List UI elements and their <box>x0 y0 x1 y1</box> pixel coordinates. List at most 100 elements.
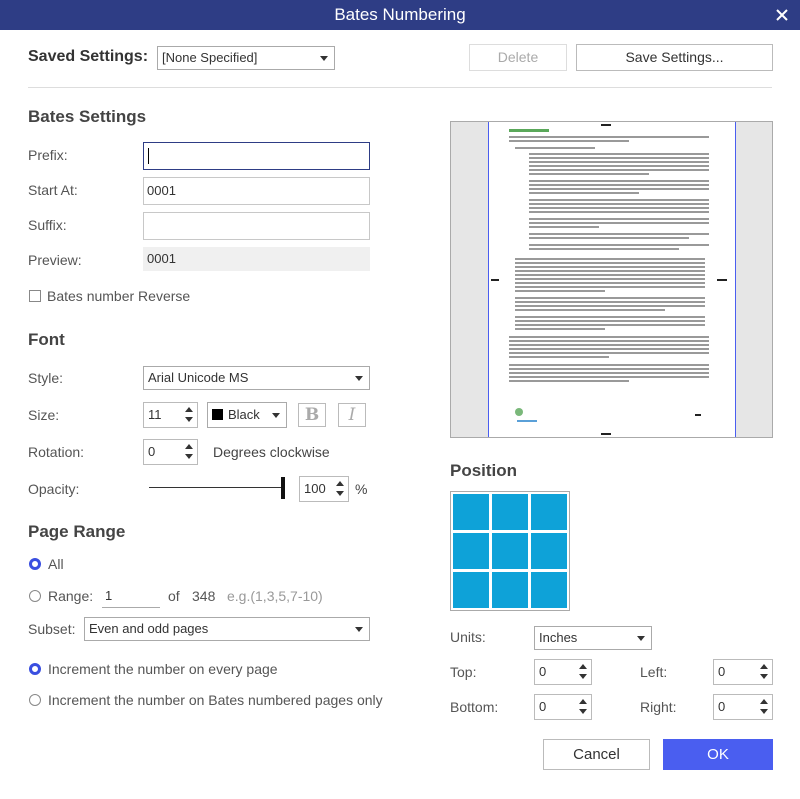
size-label: Size: <box>28 407 60 423</box>
save-settings-button[interactable]: Save Settings... <box>576 44 773 71</box>
chevron-up-icon[interactable] <box>760 664 768 669</box>
font-style-select[interactable]: Arial Unicode MS <box>143 366 370 390</box>
increment-bates-radio[interactable] <box>29 694 41 706</box>
right-label: Right: <box>640 699 677 715</box>
of-label: of <box>168 588 180 604</box>
right-stepper[interactable]: 0 <box>713 694 773 720</box>
bates-settings-heading: Bates Settings <box>28 107 147 126</box>
opacity-unit: % <box>355 481 368 497</box>
suffix-label: Suffix: <box>28 217 67 233</box>
chevron-up-icon[interactable] <box>760 699 768 704</box>
left-label: Left: <box>640 664 668 680</box>
color-swatch <box>212 409 223 420</box>
chevron-down-icon <box>355 376 363 381</box>
bottom-value: 0 <box>539 699 547 714</box>
start-at-label: Start At: <box>28 182 78 198</box>
ok-button[interactable]: OK <box>663 739 773 770</box>
range-input[interactable]: 1 <box>102 586 160 608</box>
chevron-down-icon[interactable] <box>579 709 587 714</box>
range-radio[interactable] <box>29 590 41 602</box>
chevron-down-icon[interactable] <box>579 674 587 679</box>
all-pages-radio[interactable] <box>29 558 41 570</box>
left-stepper[interactable]: 0 <box>713 659 773 685</box>
chevron-up-icon[interactable] <box>579 664 587 669</box>
suffix-input[interactable] <box>143 212 370 240</box>
position-bottom-left[interactable] <box>453 572 489 608</box>
delete-button[interactable]: Delete <box>469 44 567 71</box>
chevron-up-icon[interactable] <box>185 407 193 412</box>
page-preview <box>450 121 773 438</box>
saved-settings-value: [None Specified] <box>162 50 258 65</box>
page-content-thumbnail <box>491 124 727 435</box>
position-heading: Position <box>450 461 518 480</box>
preview-label: Preview: <box>28 252 82 268</box>
bates-reverse-label: Bates number Reverse <box>47 288 191 304</box>
subset-select[interactable]: Even and odd pages <box>84 617 370 641</box>
units-select[interactable]: Inches <box>534 626 652 650</box>
bottom-label: Bottom: <box>450 699 499 715</box>
rotation-value: 0 <box>148 444 156 459</box>
chevron-down-icon[interactable] <box>185 417 193 422</box>
position-middle-center[interactable] <box>492 533 528 569</box>
chevron-down-icon <box>272 413 280 418</box>
chevron-down-icon[interactable] <box>760 709 768 714</box>
chevron-down-icon <box>637 636 645 641</box>
position-top-right[interactable] <box>531 494 567 530</box>
increment-every-radio[interactable] <box>29 663 41 675</box>
text-cursor <box>148 148 149 164</box>
right-value: 0 <box>718 699 726 714</box>
position-top-left[interactable] <box>453 494 489 530</box>
prefix-input[interactable] <box>143 142 370 170</box>
opacity-value: 100 <box>304 481 326 496</box>
chevron-down-icon[interactable] <box>336 491 344 496</box>
position-bottom-right[interactable] <box>531 572 567 608</box>
left-value: 0 <box>718 664 726 679</box>
position-bottom-center[interactable] <box>492 572 528 608</box>
position-grid <box>450 491 570 611</box>
position-top-center[interactable] <box>492 494 528 530</box>
chevron-up-icon[interactable] <box>336 481 344 486</box>
start-at-input[interactable]: 0001 <box>143 177 370 205</box>
font-color-select[interactable]: Black <box>207 402 287 428</box>
style-label: Style: <box>28 370 64 386</box>
opacity-slider-thumb[interactable] <box>281 477 285 499</box>
all-pages-label: All <box>48 556 64 572</box>
top-stepper[interactable]: 0 <box>534 659 592 685</box>
position-middle-left[interactable] <box>453 533 489 569</box>
preview-page <box>488 122 736 437</box>
divider <box>28 87 772 88</box>
increment-bates-label: Increment the number on Bates numbered p… <box>48 692 383 708</box>
title-bar: Bates Numbering <box>0 0 800 30</box>
total-pages: 348 <box>192 588 216 604</box>
font-style-value: Arial Unicode MS <box>148 370 249 385</box>
increment-every-label: Increment the number on every page <box>48 661 278 677</box>
chevron-up-icon[interactable] <box>185 444 193 449</box>
chevron-down-icon[interactable] <box>185 454 193 459</box>
italic-button[interactable]: I <box>338 403 366 427</box>
cancel-button[interactable]: Cancel <box>543 739 650 770</box>
chevron-down-icon[interactable] <box>760 674 768 679</box>
chevron-up-icon[interactable] <box>579 699 587 704</box>
font-color-value: Black <box>228 407 260 422</box>
top-value: 0 <box>539 664 547 679</box>
position-middle-right[interactable] <box>531 533 567 569</box>
opacity-slider[interactable] <box>149 477 285 499</box>
saved-settings-select[interactable]: [None Specified] <box>157 46 335 70</box>
range-value: 1 <box>105 588 113 603</box>
opacity-stepper[interactable]: 100 <box>299 476 349 502</box>
close-button[interactable] <box>772 0 792 30</box>
subset-value: Even and odd pages <box>89 621 209 636</box>
rotation-label: Rotation: <box>28 444 85 460</box>
font-size-stepper[interactable]: 11 <box>143 402 198 428</box>
units-value: Inches <box>539 630 578 645</box>
bottom-stepper[interactable]: 0 <box>534 694 592 720</box>
saved-settings-label: Saved Settings: <box>28 48 149 65</box>
rotation-stepper[interactable]: 0 <box>143 439 198 465</box>
bold-button[interactable]: B <box>298 403 326 427</box>
prefix-label: Prefix: <box>28 147 68 163</box>
opacity-label: Opacity: <box>28 481 80 497</box>
preview-field: 0001 <box>143 247 370 271</box>
bates-reverse-checkbox[interactable] <box>29 290 41 302</box>
rotation-unit: Degrees clockwise <box>213 444 330 460</box>
font-heading: Font <box>28 330 65 349</box>
